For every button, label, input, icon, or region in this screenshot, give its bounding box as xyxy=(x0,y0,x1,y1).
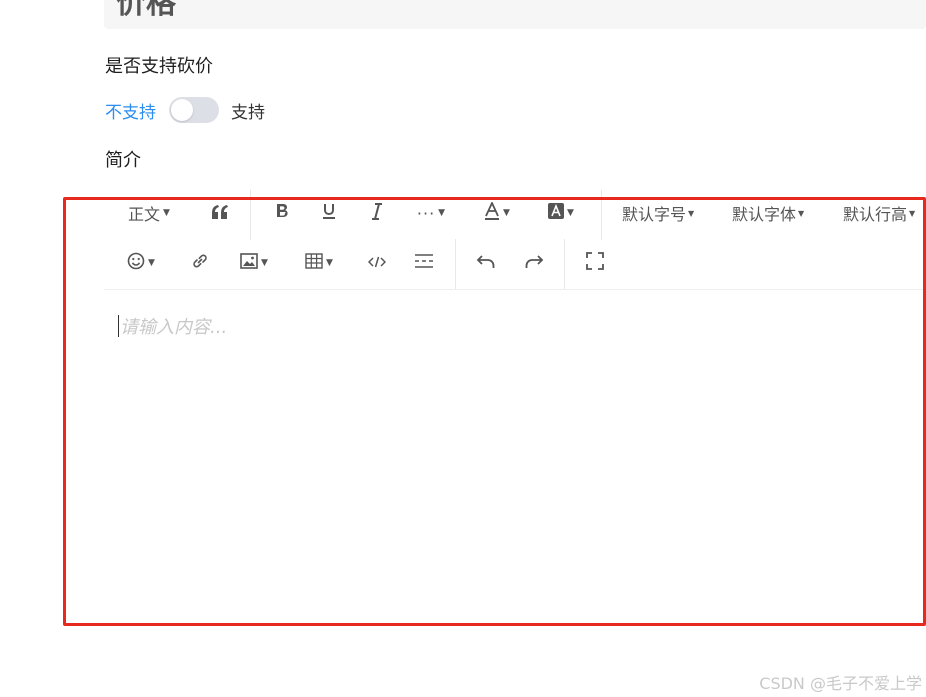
price-title: 价格 xyxy=(116,0,176,21)
page: 价格 是否支持砍价 不支持 支持 简介 正文 ▼ ··· ▼ ▼ ▼ 默认字号 … xyxy=(0,0,926,697)
intro-label: 简介 xyxy=(105,150,141,171)
annotation-highlight-box xyxy=(63,197,926,626)
csdn-watermark: CSDN @毛子不爱上学 xyxy=(759,674,922,693)
bargain-switch-row: 不支持 支持 xyxy=(105,97,265,123)
switch-on-label: 支持 xyxy=(231,102,265,123)
switch-knob xyxy=(171,99,193,121)
price-section-header: 价格 xyxy=(104,0,926,29)
switch-off-label: 不支持 xyxy=(105,102,156,123)
bargain-toggle-switch[interactable] xyxy=(169,97,219,123)
bargain-label: 是否支持砍价 xyxy=(105,56,213,77)
